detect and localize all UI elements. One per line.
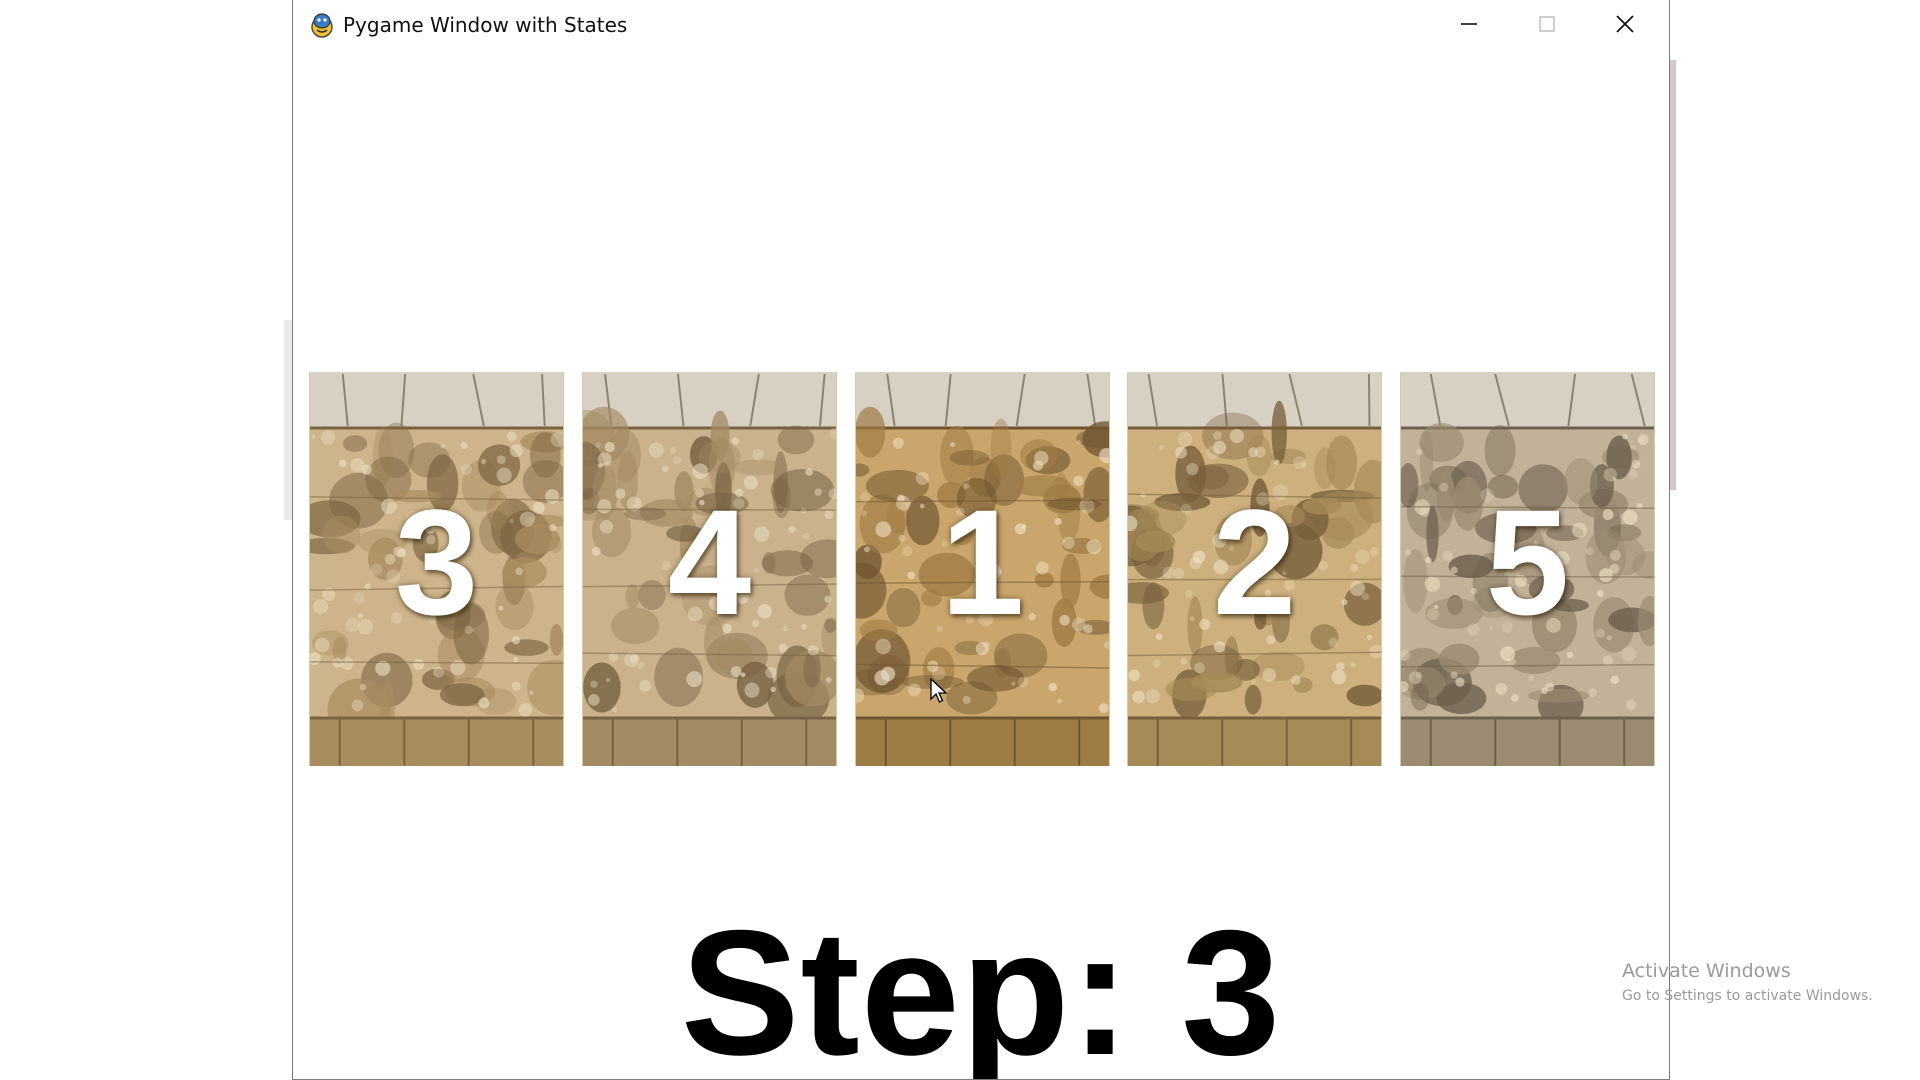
tile-number: 5 bbox=[1485, 477, 1570, 646]
maximize-button[interactable] bbox=[1509, 0, 1585, 52]
tile-number: 1 bbox=[940, 477, 1025, 646]
puzzle-tile[interactable]: 5 bbox=[1400, 372, 1655, 766]
puzzle-tile[interactable]: 1 bbox=[855, 372, 1110, 766]
watermark-title: Activate Windows bbox=[1622, 960, 1791, 982]
puzzle-tiles-row: 3 4 1 2 5 bbox=[309, 372, 1655, 766]
close-icon bbox=[1614, 13, 1636, 40]
minimize-button[interactable] bbox=[1431, 0, 1507, 52]
pygame-snake-icon bbox=[309, 12, 335, 38]
mouse-cursor-icon bbox=[930, 678, 948, 703]
window-title: Pygame Window with States bbox=[343, 13, 628, 37]
minimize-icon bbox=[1459, 14, 1479, 39]
tile-number: 2 bbox=[1212, 477, 1297, 646]
maximize-icon bbox=[1537, 14, 1557, 39]
tile-number: 4 bbox=[667, 477, 752, 646]
close-button[interactable] bbox=[1587, 0, 1663, 52]
background-strip-left bbox=[284, 320, 292, 520]
background-strip-right bbox=[1670, 60, 1676, 490]
watermark-subtitle: Go to Settings to activate Windows. bbox=[1622, 988, 1873, 1004]
activate-windows-watermark: Activate Windows Go to Settings to activ… bbox=[1622, 960, 1873, 1004]
puzzle-tile[interactable]: 2 bbox=[1127, 372, 1382, 766]
tile-number: 3 bbox=[394, 477, 479, 646]
title-bar[interactable]: Pygame Window with States bbox=[293, 0, 1669, 52]
step-counter: Step: 3 bbox=[680, 893, 1282, 1080]
puzzle-tile[interactable]: 3 bbox=[309, 372, 564, 766]
puzzle-tile[interactable]: 4 bbox=[582, 372, 837, 766]
pygame-window: Pygame Window with States 3 4 1 2 5 Step… bbox=[292, 0, 1670, 1080]
